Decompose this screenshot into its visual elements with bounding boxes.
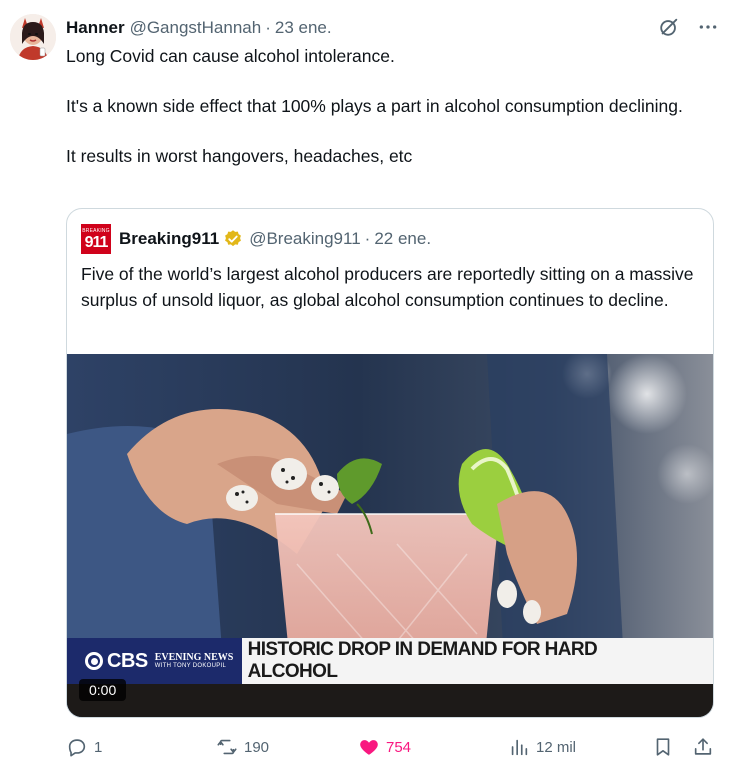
tweet-header: Hanner @GangstHannah · 23 ene. <box>66 16 332 40</box>
more-icon[interactable] <box>698 17 718 37</box>
views-count: 12 mil <box>536 738 577 756</box>
separator: · <box>364 229 371 248</box>
quoted-text: Five of the world’s largest alcohol prod… <box>81 264 694 310</box>
bookmark-icon <box>652 736 674 758</box>
tweet-text: Long Covid can cause alcohol intolerance… <box>66 44 706 169</box>
cbs-logo: CBS EVENING NEWS WITH TONY DOKOUPIL <box>67 638 242 684</box>
tweet-paragraph: It's a known side effect that 100% plays… <box>66 96 683 116</box>
quoted-tweet[interactable]: BREAKING 911 Breaking911 @Breaking911 · … <box>66 208 714 718</box>
tweet-paragraph: It results in worst hangovers, headaches… <box>66 146 413 166</box>
views-icon <box>508 736 530 758</box>
verified-badge-icon <box>223 229 243 249</box>
cbs-eye-icon <box>85 652 103 670</box>
avatar[interactable] <box>10 14 56 60</box>
share-button[interactable] <box>692 733 714 761</box>
repost-icon <box>216 736 238 758</box>
like-count: 754 <box>386 738 412 756</box>
separator: · <box>265 18 271 37</box>
action-bar: 1 190 754 12 mil <box>66 733 718 761</box>
quoted-avatar-big-text: 911 <box>84 233 109 251</box>
video-player[interactable]: CBS EVENING NEWS WITH TONY DOKOUPIL HIST… <box>67 354 713 717</box>
quoted-author-name[interactable]: Breaking911 <box>119 229 219 249</box>
cbs-show-line1: EVENING NEWS <box>154 652 234 663</box>
cbs-show-line2: WITH TONY DOKOUPIL <box>154 663 227 669</box>
news-lower-third: CBS EVENING NEWS WITH TONY DOKOUPIL HIST… <box>67 638 713 684</box>
grok-icon[interactable] <box>658 16 680 38</box>
like-button[interactable]: 754 <box>358 733 411 761</box>
quoted-author-handle[interactable]: @Breaking911 <box>249 229 360 249</box>
quoted-timestamp[interactable]: 22 ene. <box>374 229 431 249</box>
tweet[interactable]: Hanner @GangstHannah · 23 ene. Long Covi… <box>0 0 740 764</box>
like-icon <box>358 736 380 758</box>
repost-button[interactable]: 190 <box>216 733 269 761</box>
tweet-top-actions <box>658 16 718 38</box>
video-duration: 0:00 <box>79 679 127 701</box>
news-headline: HISTORIC DROP IN DEMAND FOR HARD ALCOHOL <box>247 639 598 682</box>
cbs-show: EVENING NEWS WITH TONY DOKOUPIL <box>155 652 234 670</box>
quoted-header: BREAKING 911 Breaking911 @Breaking911 · … <box>81 224 431 254</box>
reply-button[interactable]: 1 <box>66 733 102 761</box>
reply-icon <box>66 736 88 758</box>
bookmark-button[interactable] <box>652 733 674 761</box>
author-handle[interactable]: @GangstHannah <box>130 18 262 38</box>
news-headline-bar: HISTORIC DROP IN DEMAND FOR HARD ALCOHOL <box>241 638 713 684</box>
cbs-network: CBS <box>107 649 148 672</box>
quoted-avatar[interactable]: BREAKING 911 <box>81 224 111 254</box>
views-button[interactable]: 12 mil <box>508 733 576 761</box>
timestamp[interactable]: 23 ene. <box>275 18 332 38</box>
author-name[interactable]: Hanner <box>66 18 125 38</box>
repost-count: 190 <box>244 738 270 756</box>
tweet-paragraph: Long Covid can cause alcohol intolerance… <box>66 46 395 66</box>
reply-count: 1 <box>94 738 103 756</box>
share-icon <box>692 736 714 758</box>
